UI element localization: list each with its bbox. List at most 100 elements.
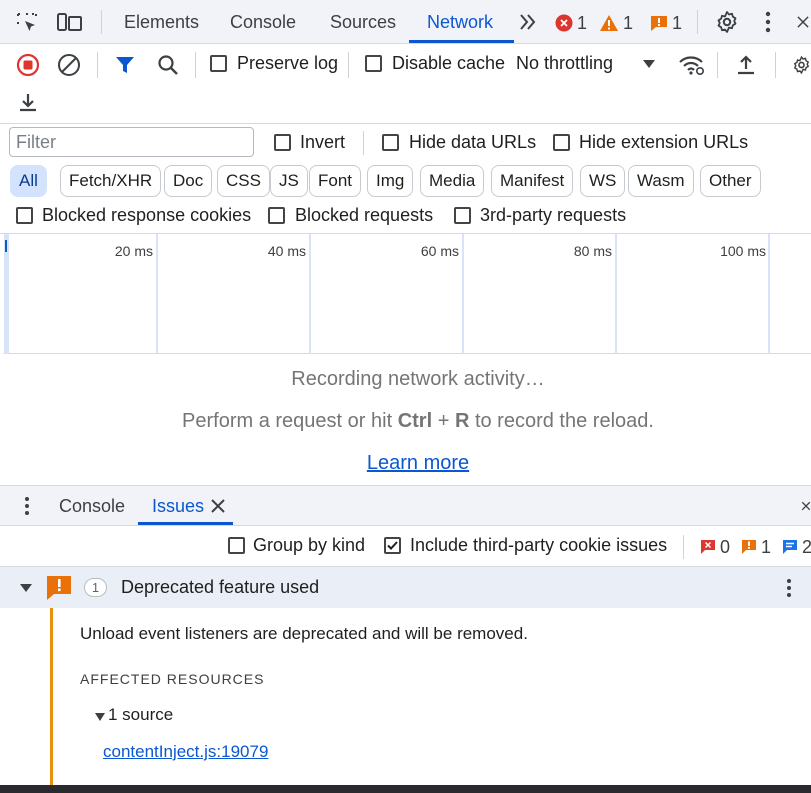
drawer-tab-issues[interactable]: Issues bbox=[152, 486, 204, 526]
timeline-left-handle[interactable] bbox=[4, 234, 9, 354]
issues-warning-count-value: 1 bbox=[761, 536, 772, 557]
import-har-upload-icon[interactable] bbox=[733, 52, 759, 78]
shortcut-ctrl: Ctrl bbox=[397, 410, 433, 432]
issue-title: Deprecated feature used bbox=[121, 577, 320, 597]
stop-recording-icon[interactable] bbox=[15, 52, 41, 78]
issues-warning-count[interactable]: 1 bbox=[741, 536, 771, 558]
filter-type-manifest[interactable]: Manifest bbox=[491, 165, 574, 197]
throttling-dropdown-arrow-icon[interactable] bbox=[641, 56, 657, 72]
more-tabs-chevron-icon[interactable] bbox=[516, 10, 540, 34]
source-file-link[interactable]: contentInject.js:19079 bbox=[103, 742, 268, 762]
collapse-triangle-icon[interactable] bbox=[18, 581, 34, 595]
warning-icon bbox=[599, 14, 619, 32]
third-party-requests-label: 3rd-party requests bbox=[480, 205, 627, 225]
taskbar-edge bbox=[0, 785, 811, 793]
preserve-log-checkbox[interactable] bbox=[210, 55, 227, 72]
error-count: 1 bbox=[577, 12, 588, 33]
issues-toolbar-divider bbox=[683, 535, 684, 559]
close-devtools-icon[interactable] bbox=[795, 11, 811, 33]
inspect-element-icon[interactable] bbox=[14, 10, 40, 36]
tabbar-divider-2 bbox=[697, 10, 698, 34]
issues-count: 1 bbox=[672, 12, 683, 33]
devtools-tabbar: Elements Console Sources Network 1 1 1 bbox=[0, 0, 811, 44]
network-toolbar: Preserve log Disable cache No throttling bbox=[0, 44, 811, 124]
hide-data-urls-label: Hide data URLs bbox=[409, 132, 537, 152]
reload-hint-before: Perform a request or hit bbox=[182, 410, 398, 432]
invert-label: Invert bbox=[300, 132, 346, 152]
issue-warning-flag-icon bbox=[46, 575, 72, 601]
close-issues-tab-icon[interactable] bbox=[209, 497, 227, 515]
network-settings-gear-icon[interactable] bbox=[792, 52, 811, 78]
blocked-requests-checkbox[interactable] bbox=[268, 207, 285, 224]
tab-sources[interactable]: Sources bbox=[330, 0, 396, 44]
settings-gear-icon[interactable] bbox=[714, 9, 740, 35]
hide-data-urls-checkbox[interactable] bbox=[382, 134, 399, 151]
search-icon[interactable] bbox=[155, 52, 181, 78]
issue-more-kebab-icon[interactable] bbox=[781, 576, 797, 600]
hide-extension-urls-checkbox[interactable] bbox=[553, 134, 570, 151]
filter-type-wasm[interactable]: Wasm bbox=[628, 165, 694, 197]
error-issue-icon bbox=[700, 539, 716, 555]
filter-type-ws[interactable]: WS bbox=[580, 165, 626, 197]
filter-type-font[interactable]: Font bbox=[309, 165, 362, 197]
more-options-kebab-icon[interactable] bbox=[758, 10, 778, 34]
blocked-response-cookies-label: Blocked response cookies bbox=[42, 205, 252, 225]
error-icon bbox=[555, 14, 573, 32]
invert-checkbox[interactable] bbox=[274, 134, 291, 151]
issues-info-count-value: 2 bbox=[802, 536, 811, 557]
learn-more-row: Learn more bbox=[3, 452, 811, 475]
recording-message: Recording network activity… bbox=[291, 368, 545, 390]
close-drawer-icon[interactable] bbox=[801, 497, 811, 515]
tab-elements[interactable]: Elements bbox=[124, 0, 199, 44]
toolbar-divider-2 bbox=[195, 52, 196, 78]
group-by-kind-checkbox[interactable] bbox=[228, 537, 245, 554]
filter-type-all[interactable]: All bbox=[10, 165, 47, 197]
drawer-tabbar: Console Issues bbox=[0, 485, 811, 526]
learn-more-link[interactable]: Learn more bbox=[367, 452, 469, 474]
tab-network[interactable]: Network bbox=[427, 0, 493, 44]
issues-info-count[interactable]: 2 bbox=[782, 536, 811, 558]
issue-header-row[interactable]: 1 Deprecated feature used bbox=[0, 567, 811, 608]
device-toolbar-icon[interactable] bbox=[56, 10, 84, 36]
shortcut-r: R bbox=[454, 410, 470, 432]
filter-funnel-icon[interactable] bbox=[113, 52, 137, 78]
filter-type-fetch-xhr[interactable]: Fetch/XHR bbox=[60, 165, 162, 197]
issues-count-badge[interactable]: 1 bbox=[650, 12, 682, 34]
drawer-active-tab-indicator bbox=[138, 522, 233, 525]
blocked-requests-label: Blocked requests bbox=[295, 205, 434, 225]
filter-type-img[interactable]: Img bbox=[367, 165, 414, 197]
timeline-tick-label: 80 ms bbox=[573, 243, 612, 259]
timeline-gridline bbox=[768, 234, 770, 354]
info-issue-icon bbox=[782, 539, 798, 555]
timeline-gridline bbox=[462, 234, 464, 354]
clear-log-icon[interactable] bbox=[56, 52, 82, 78]
export-har-download-icon[interactable] bbox=[15, 89, 41, 115]
issues-error-count[interactable]: 0 bbox=[700, 536, 730, 558]
include-third-party-label: Include third-party cookie issues bbox=[410, 535, 668, 555]
hide-extension-urls-label: Hide extension URLs bbox=[579, 132, 749, 152]
include-third-party-checkbox[interactable] bbox=[384, 537, 401, 554]
drawer-tab-console[interactable]: Console bbox=[59, 486, 125, 526]
error-count-badge[interactable]: 1 bbox=[555, 12, 587, 34]
blocked-response-cookies-checkbox[interactable] bbox=[16, 207, 33, 224]
filter-type-other[interactable]: Other bbox=[700, 165, 761, 197]
throttling-select[interactable]: No throttling bbox=[516, 53, 613, 74]
disable-cache-checkbox[interactable] bbox=[365, 55, 382, 72]
tab-console[interactable]: Console bbox=[230, 0, 296, 44]
third-party-requests-checkbox[interactable] bbox=[454, 207, 471, 224]
source-expand-triangle-icon[interactable] bbox=[94, 711, 106, 723]
filter-type-media[interactable]: Media bbox=[420, 165, 485, 197]
filter-type-doc[interactable]: Doc bbox=[164, 165, 213, 197]
filter-type-js[interactable]: JS bbox=[270, 165, 308, 197]
filter-type-css[interactable]: CSS bbox=[217, 165, 270, 197]
network-conditions-wifi-icon[interactable] bbox=[676, 52, 706, 78]
shortcut-plus: + bbox=[432, 410, 455, 432]
drawer-menu-kebab-icon[interactable] bbox=[18, 494, 36, 518]
timeline-tick-label: 40 ms bbox=[267, 243, 306, 259]
source-toggle-label[interactable]: 1 source bbox=[108, 705, 173, 725]
warning-count-badge[interactable]: 1 bbox=[599, 12, 633, 34]
group-by-kind-label: Group by kind bbox=[253, 535, 366, 555]
reload-hint-after: to record the reload. bbox=[469, 410, 654, 432]
toolbar-divider-5 bbox=[775, 52, 776, 78]
filter-input[interactable] bbox=[9, 127, 254, 157]
